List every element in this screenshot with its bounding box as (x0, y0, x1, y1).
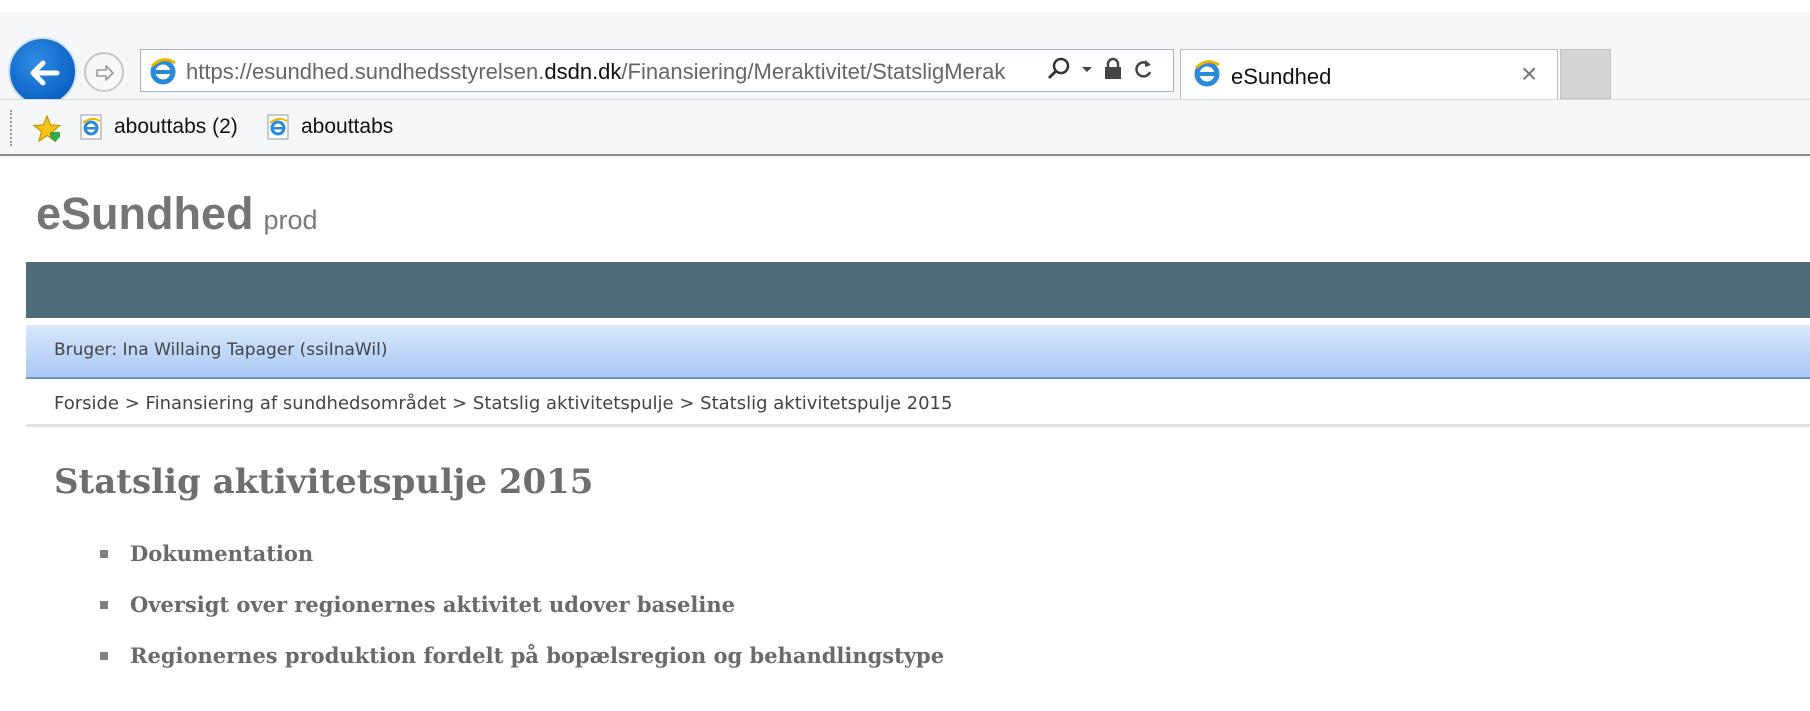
favorite-item[interactable]: abouttabs (265, 110, 393, 144)
new-tab-button[interactable] (1560, 49, 1611, 99)
ie-icon (150, 58, 176, 85)
lock-icon[interactable] (1102, 56, 1124, 87)
breadcrumb[interactable]: Forside > Finansiering af sundhedsområde… (54, 393, 952, 414)
site-name: eSundhed (36, 188, 254, 239)
refresh-icon[interactable] (1132, 56, 1154, 87)
ie-page-icon (267, 114, 289, 140)
tab-esundhed[interactable]: eSundhed × (1180, 49, 1558, 99)
address-bar[interactable]: https://esundhed.sundhedsstyrelsen.dsdn.… (140, 49, 1174, 92)
ie-page-icon (80, 114, 102, 140)
bullet-icon (100, 651, 108, 660)
url-prefix: https://esundhed.sundhedsstyrelsen. (186, 59, 545, 84)
page-viewport: eSundhed prod Bruger: Ina Willaing Tapage… (0, 158, 1810, 711)
list-item: Regionernes produktion fordelt på bopæls… (100, 630, 944, 681)
link-oversigt[interactable]: Oversigt over regionernes aktivitet udov… (130, 592, 735, 617)
search-icon[interactable] (1046, 56, 1072, 87)
list-item: Dokumentation (100, 528, 944, 579)
user-bar: Bruger: Ina Willaing Tapager (ssiInaWil) (26, 325, 1810, 379)
user-info: Bruger: Ina Willaing Tapager (ssiInaWil) (54, 340, 388, 360)
url-host: dsdn.dk (544, 59, 622, 84)
favorites-bar: abouttabs (2) abouttabs (0, 99, 1810, 156)
address-bar-icons (1046, 56, 1154, 86)
main-navbar (26, 262, 1810, 318)
link-dokumentation[interactable]: Dokumentation (130, 541, 313, 566)
favorite-label: abouttabs (301, 115, 394, 138)
back-button[interactable] (8, 37, 77, 106)
list-item: Oversigt over regionernes aktivitet udov… (100, 579, 944, 630)
divider (26, 424, 1810, 427)
link-produktion[interactable]: Regionernes produktion fordelt på bopæls… (130, 643, 944, 668)
site-title: eSundhed prod (36, 188, 318, 240)
bullet-icon (100, 600, 108, 609)
url-text[interactable]: https://esundhed.sundhedsstyrelsen.dsdn.… (186, 59, 1031, 85)
url-suffix: /Finansiering/Meraktivitet/StatsligMerak (621, 59, 1006, 84)
bullet-icon (100, 549, 108, 558)
favorites-star-icon[interactable] (32, 114, 62, 149)
title-bar (0, 0, 1810, 12)
page-title: Statslig aktivitetspulje 2015 (54, 462, 594, 502)
browser-chrome: https://esundhed.sundhedsstyrelsen.dsdn.… (0, 0, 1810, 158)
site-env: prod (263, 205, 318, 235)
favorite-item[interactable]: abouttabs (2) (78, 110, 238, 144)
forward-arrow-icon (96, 65, 114, 81)
ie-icon (1194, 60, 1220, 87)
tab-title: eSundhed (1231, 64, 1332, 89)
favorite-label: abouttabs (2) (114, 115, 238, 138)
toolbar-grip (10, 110, 13, 146)
close-icon[interactable]: × (1521, 58, 1537, 90)
chevron-down-icon[interactable] (1080, 56, 1094, 87)
back-arrow-icon (30, 60, 60, 86)
forward-button[interactable] (84, 52, 124, 92)
link-list: Dokumentation Oversigt over regionernes … (100, 528, 944, 681)
